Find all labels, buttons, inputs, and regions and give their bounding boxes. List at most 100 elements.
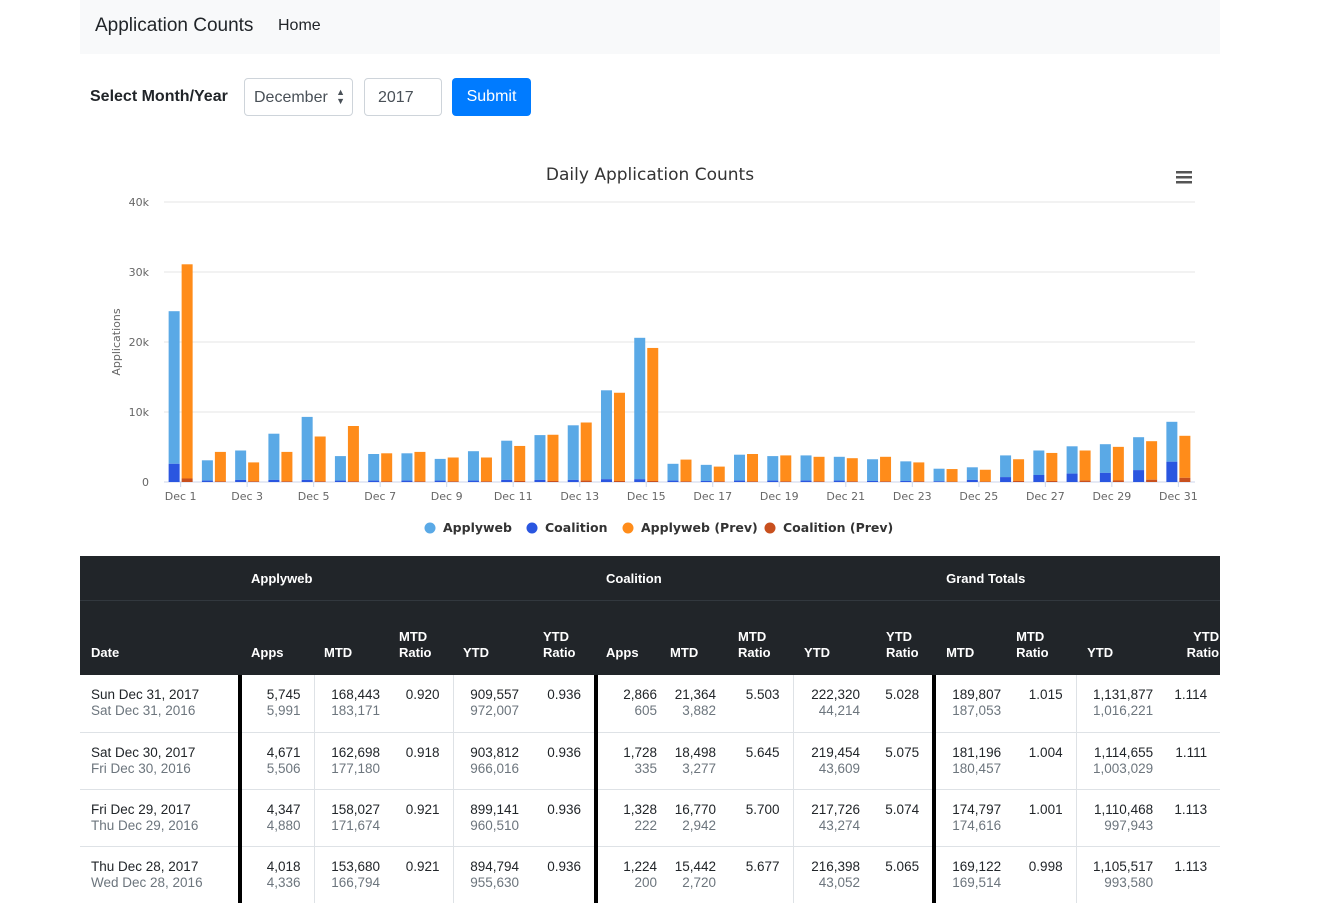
bar-coalition-prev: [1046, 480, 1058, 482]
navbar: Application Counts Home: [80, 0, 1220, 54]
brand-link[interactable]: Application Counts: [95, 15, 253, 37]
col-date[interactable]: Date: [80, 600, 240, 675]
col-co-ytd[interactable]: YTD: [793, 600, 874, 675]
bar-applyweb-prev: [1146, 441, 1158, 480]
value-current: 1,728: [623, 744, 658, 760]
value-current: 0.936: [547, 801, 582, 817]
value-current: 189,807: [952, 687, 1002, 702]
value-previous: 3,277: [682, 760, 717, 776]
co-ytd-cell: 219,454 43,609: [792, 732, 874, 790]
legend-marker: [622, 522, 634, 534]
aw-mtd-cell: 168,443 183,171: [313, 675, 393, 733]
col-co-mtd-ratio[interactable]: MTD Ratio: [729, 600, 794, 675]
bar-applyweb: [867, 459, 879, 481]
bar-applyweb: [301, 416, 313, 480]
bar-applyweb: [534, 435, 546, 480]
value-current: 2,866: [623, 687, 658, 702]
legend-label: Applyweb: [443, 520, 512, 535]
col-aw-ytd-ratio[interactable]: YTD Ratio: [532, 600, 597, 675]
bar-coalition: [933, 481, 945, 482]
bar-coalition-prev: [214, 481, 226, 482]
co-apps-cell: 2,866 605: [594, 675, 671, 733]
bar-applyweb-prev: [946, 469, 958, 482]
value-current: 5.677: [745, 858, 780, 874]
gt-mtd-ratio-cell: 1.015: [1014, 675, 1077, 733]
date-previous: Wed Dec 28, 2016: [91, 874, 203, 890]
x-tick-label: Dec 11: [494, 490, 533, 503]
aw-mtd-ratio-cell: 0.918: [393, 732, 453, 790]
value-previous: 169,514: [952, 874, 1002, 890]
value-current: 15,442: [674, 858, 717, 874]
value-previous: 174,616: [952, 817, 1002, 833]
x-tick-label: Dec 3: [231, 490, 263, 503]
bar-coalition: [1166, 461, 1178, 482]
value-current: 5.074: [885, 801, 920, 817]
value-previous: 972,007: [470, 703, 519, 718]
date-current: Thu Dec 28, 2017: [91, 858, 199, 874]
co-mtd-ratio-cell: 5.700: [729, 789, 794, 847]
aw-apps-cell: 4,018 4,336: [238, 846, 314, 903]
nav-home-link[interactable]: Home: [278, 17, 321, 35]
col-co-ytd-ratio[interactable]: YTD Ratio: [873, 600, 935, 675]
y-tick-label: 20k: [129, 336, 150, 349]
co-ytd-cell: 222,320 44,214: [792, 675, 874, 733]
month-select[interactable]: December ▲ ▼: [244, 78, 353, 116]
bar-applyweb: [933, 468, 945, 482]
bar-coalition-prev: [248, 481, 260, 482]
table-row: Fri Dec 29, 2017 Thu Dec 29, 2016 4,347 4,8…: [80, 789, 1220, 847]
x-tick-label: Dec 21: [826, 490, 865, 503]
bar-coalition-prev: [281, 481, 293, 482]
bar-applyweb-prev: [880, 456, 892, 482]
col-aw-ytd[interactable]: YTD: [453, 600, 532, 675]
col-aw-mtd[interactable]: MTD: [314, 600, 393, 675]
value-current: 0.936: [547, 687, 582, 702]
col-co-apps[interactable]: Apps: [596, 600, 671, 675]
value-current: 1.114: [1174, 687, 1208, 702]
col-aw-mtd-ratio[interactable]: MTD Ratio: [393, 600, 453, 675]
col-gt-ytd[interactable]: YTD: [1076, 600, 1167, 675]
aw-mtd-ratio-cell: 0.921: [393, 846, 453, 903]
legend-label: Applyweb (Prev): [641, 520, 758, 535]
x-tick-label: Dec 31: [1159, 490, 1198, 503]
col-co-mtd[interactable]: MTD: [670, 600, 730, 675]
col-gt-mtd-ratio[interactable]: MTD Ratio: [1014, 600, 1077, 675]
co-ytd-ratio-cell: 5.075: [873, 732, 935, 790]
value-current: 181,196: [952, 744, 1002, 760]
value-current: 1.004: [1028, 744, 1063, 760]
value-previous: 222: [634, 817, 658, 833]
date-cell: Sat Dec 30, 2017 Fri Dec 30, 2016: [80, 732, 240, 790]
value-previous: 5,991: [266, 703, 301, 718]
bar-applyweb-prev: [613, 392, 625, 481]
year-input[interactable]: 2017: [364, 78, 442, 116]
value-previous: 180,457: [952, 760, 1002, 776]
y-tick-label: 10k: [129, 406, 150, 419]
bar-coalition-prev: [747, 481, 759, 482]
date-cell: Thu Dec 28, 2017 Wed Dec 28, 2016: [80, 846, 240, 903]
bar-applyweb-prev: [447, 457, 459, 482]
value-previous: 955,630: [470, 874, 519, 890]
value-previous: 3,882: [682, 703, 717, 718]
value-current: 5.645: [745, 744, 780, 760]
date-current: Fri Dec 29, 2017: [91, 801, 191, 817]
bar-applyweb: [235, 450, 247, 480]
col-gt-ytd-ratio[interactable]: YTD Ratio: [1166, 600, 1220, 675]
submit-button[interactable]: Submit: [452, 78, 531, 116]
bar-coalition: [634, 479, 646, 482]
aw-mtd-cell: 162,698 177,180: [313, 732, 393, 790]
bar-coalition-prev: [913, 481, 925, 482]
value-current: 1.015: [1028, 687, 1063, 702]
gt-ytd-ratio-cell: 1.114: [1166, 675, 1220, 733]
bar-applyweb-prev: [979, 469, 991, 482]
bar-coalition-prev: [647, 480, 659, 482]
col-aw-apps[interactable]: Apps: [240, 600, 314, 675]
gt-mtd-cell: 174,797 174,616: [932, 789, 1015, 847]
value-previous: 43,274: [818, 817, 861, 833]
bar-coalition: [800, 480, 812, 482]
co-ytd-ratio-cell: 5.065: [873, 846, 935, 903]
bar-applyweb: [1066, 446, 1078, 474]
aw-ytd-cell: 909,557 972,007: [452, 675, 532, 733]
bar-applyweb: [168, 311, 180, 464]
col-gt-mtd[interactable]: MTD: [934, 600, 1015, 675]
bar-applyweb-prev: [1112, 446, 1124, 481]
gt-ytd-cell: 1,110,468 997,943: [1075, 789, 1167, 847]
